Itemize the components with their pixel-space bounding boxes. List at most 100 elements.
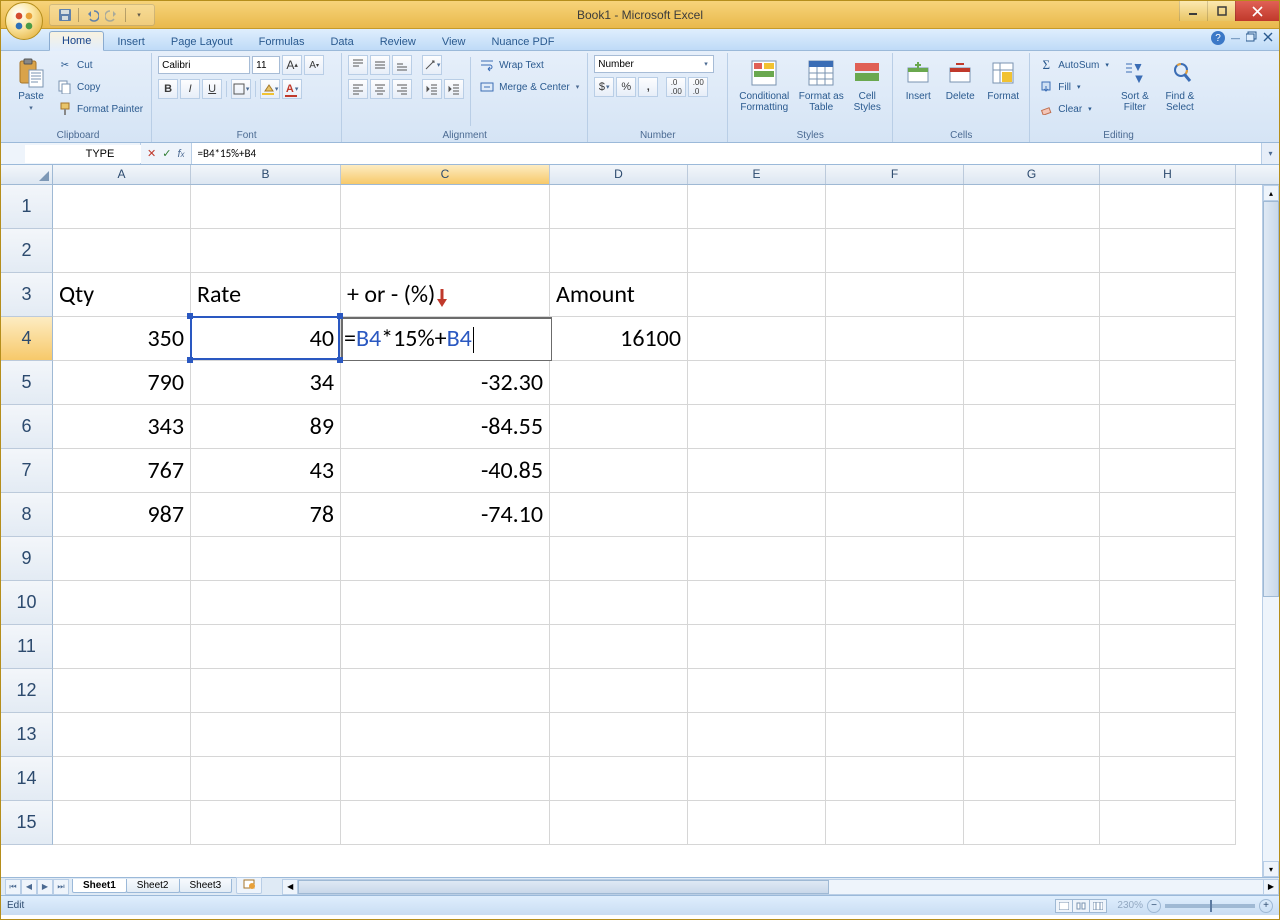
undo-icon[interactable] bbox=[83, 6, 101, 24]
cell-A8[interactable]: 987 bbox=[53, 493, 191, 537]
cell-A5[interactable]: 790 bbox=[53, 361, 191, 405]
cell-A10[interactable] bbox=[53, 581, 191, 625]
cell-F15[interactable] bbox=[826, 801, 964, 845]
cell-C11[interactable] bbox=[341, 625, 550, 669]
row-header-8[interactable]: 8 bbox=[1, 493, 53, 537]
row-header-1[interactable]: 1 bbox=[1, 185, 53, 229]
sheet-tab-sheet2[interactable]: Sheet2 bbox=[126, 879, 180, 893]
format-cells-button[interactable]: Format bbox=[983, 55, 1023, 102]
cell-C1[interactable] bbox=[341, 185, 550, 229]
decrease-decimal-button[interactable]: .00.0 bbox=[688, 77, 708, 97]
col-header-D[interactable]: D bbox=[550, 165, 688, 184]
cell-E9[interactable] bbox=[688, 537, 826, 581]
cell-A14[interactable] bbox=[53, 757, 191, 801]
format-as-table-button[interactable]: Format as Table bbox=[798, 55, 844, 113]
cell-E14[interactable] bbox=[688, 757, 826, 801]
cell-G7[interactable] bbox=[964, 449, 1100, 493]
cell-H4[interactable] bbox=[1100, 317, 1236, 361]
cell-H9[interactable] bbox=[1100, 537, 1236, 581]
font-size-input[interactable] bbox=[252, 56, 280, 74]
cell-H10[interactable] bbox=[1100, 581, 1236, 625]
cell-F11[interactable] bbox=[826, 625, 964, 669]
name-box[interactable]: ▾ bbox=[1, 143, 141, 164]
align-top-button[interactable] bbox=[348, 55, 368, 75]
cell-F12[interactable] bbox=[826, 669, 964, 713]
cell-G14[interactable] bbox=[964, 757, 1100, 801]
cell-D15[interactable] bbox=[550, 801, 688, 845]
cell-E15[interactable] bbox=[688, 801, 826, 845]
close-workbook-icon[interactable] bbox=[1263, 32, 1273, 45]
cell-F8[interactable] bbox=[826, 493, 964, 537]
row-header-13[interactable]: 13 bbox=[1, 713, 53, 757]
cell-A3[interactable]: Qty bbox=[53, 273, 191, 317]
row-header-11[interactable]: 11 bbox=[1, 625, 53, 669]
increase-decimal-button[interactable]: .0.00 bbox=[666, 77, 686, 97]
align-middle-button[interactable] bbox=[370, 55, 390, 75]
sheet-nav-next-icon[interactable]: ▶ bbox=[37, 879, 53, 895]
copy-button[interactable]: Copy bbox=[55, 77, 145, 97]
sheet-nav-last-icon[interactable]: ⏭ bbox=[53, 879, 69, 895]
cell-H2[interactable] bbox=[1100, 229, 1236, 273]
cell-G9[interactable] bbox=[964, 537, 1100, 581]
sheet-nav-prev-icon[interactable]: ◀ bbox=[21, 879, 37, 895]
tab-formulas[interactable]: Formulas bbox=[246, 32, 318, 51]
cell-H11[interactable] bbox=[1100, 625, 1236, 669]
cell-A12[interactable] bbox=[53, 669, 191, 713]
cell-H1[interactable] bbox=[1100, 185, 1236, 229]
col-header-A[interactable]: A bbox=[53, 165, 191, 184]
cell-E10[interactable] bbox=[688, 581, 826, 625]
delete-cells-button[interactable]: Delete bbox=[941, 55, 979, 102]
tab-data[interactable]: Data bbox=[317, 32, 366, 51]
cell-F9[interactable] bbox=[826, 537, 964, 581]
cell-E5[interactable] bbox=[688, 361, 826, 405]
cell-B1[interactable] bbox=[191, 185, 341, 229]
percent-button[interactable]: % bbox=[616, 77, 636, 97]
expand-formula-bar-icon[interactable]: ▾ bbox=[1261, 143, 1279, 164]
cell-G4[interactable] bbox=[964, 317, 1100, 361]
comma-button[interactable]: , bbox=[638, 77, 658, 97]
cell-B9[interactable] bbox=[191, 537, 341, 581]
cell-F5[interactable] bbox=[826, 361, 964, 405]
cell-G1[interactable] bbox=[964, 185, 1100, 229]
cell-A15[interactable] bbox=[53, 801, 191, 845]
cell-F2[interactable] bbox=[826, 229, 964, 273]
qat-customize-icon[interactable]: ▾ bbox=[130, 6, 148, 24]
restore-workbook-icon[interactable] bbox=[1246, 31, 1257, 45]
cell-H15[interactable] bbox=[1100, 801, 1236, 845]
cell-B7[interactable]: 43 bbox=[191, 449, 341, 493]
font-color-button[interactable]: A bbox=[282, 79, 302, 99]
horizontal-scrollbar[interactable]: ◀ ▶ bbox=[282, 879, 1279, 895]
cell-editor[interactable]: =B4*15%+B4 bbox=[341, 317, 552, 361]
sheet-tab-sheet1[interactable]: Sheet1 bbox=[72, 879, 127, 893]
cell-E6[interactable] bbox=[688, 405, 826, 449]
conditional-formatting-button[interactable]: Conditional Formatting bbox=[734, 55, 794, 113]
cell-C15[interactable] bbox=[341, 801, 550, 845]
row-header-10[interactable]: 10 bbox=[1, 581, 53, 625]
cell-B6[interactable]: 89 bbox=[191, 405, 341, 449]
cell-C12[interactable] bbox=[341, 669, 550, 713]
tab-home[interactable]: Home bbox=[49, 31, 104, 51]
row-header-15[interactable]: 15 bbox=[1, 801, 53, 845]
wrap-text-button[interactable]: Wrap Text bbox=[477, 55, 581, 75]
cell-E8[interactable] bbox=[688, 493, 826, 537]
sheet-nav-first-icon[interactable]: ⏮ bbox=[5, 879, 21, 895]
tab-nuance-pdf[interactable]: Nuance PDF bbox=[478, 32, 567, 51]
font-name-input[interactable] bbox=[158, 56, 250, 74]
cell-H5[interactable] bbox=[1100, 361, 1236, 405]
cell-G5[interactable] bbox=[964, 361, 1100, 405]
cell-G12[interactable] bbox=[964, 669, 1100, 713]
tab-review[interactable]: Review bbox=[367, 32, 429, 51]
col-header-G[interactable]: G bbox=[964, 165, 1100, 184]
formula-input[interactable] bbox=[192, 143, 1262, 164]
cell-D6[interactable] bbox=[550, 405, 688, 449]
cell-H12[interactable] bbox=[1100, 669, 1236, 713]
minimize-button[interactable] bbox=[1179, 1, 1207, 21]
cell-D9[interactable] bbox=[550, 537, 688, 581]
tab-insert[interactable]: Insert bbox=[104, 32, 158, 51]
find-select-button[interactable]: Find & Select bbox=[1159, 55, 1201, 113]
cell-A6[interactable]: 343 bbox=[53, 405, 191, 449]
scroll-up-button[interactable]: ▴ bbox=[1263, 185, 1279, 201]
cell-B11[interactable] bbox=[191, 625, 341, 669]
scroll-down-button[interactable]: ▾ bbox=[1263, 861, 1279, 877]
col-header-C[interactable]: C bbox=[341, 165, 550, 184]
